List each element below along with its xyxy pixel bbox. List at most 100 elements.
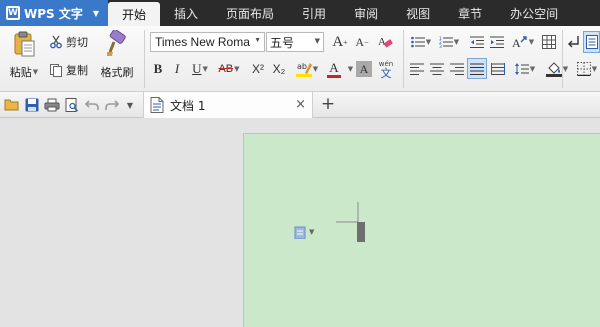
color-swatch (327, 74, 341, 78)
chevron-down-icon: ▼ (202, 65, 208, 73)
print-preview-icon[interactable] (64, 97, 80, 113)
tab-review[interactable]: 审阅 (340, 0, 392, 26)
paste-options-button[interactable]: ▼ (294, 225, 314, 239)
line-spacing-icon (514, 63, 529, 75)
chevron-down-icon: ▼ (234, 65, 240, 73)
phonetic-guide-button[interactable]: wén 文 (374, 56, 398, 82)
table-button[interactable] (540, 33, 558, 51)
tab-office-space[interactable]: 办公空间 (496, 0, 572, 26)
strikethrough-icon: AB (218, 63, 234, 75)
chevron-down-icon: ▼ (314, 37, 320, 45)
borders-button[interactable]: ▼ (574, 60, 600, 78)
copy-button[interactable]: 复制 (49, 61, 95, 79)
paintbrush-icon (105, 30, 129, 58)
paste-options-icon (294, 225, 306, 239)
app-menu-button[interactable]: W WPS 文字 ▼ (0, 0, 108, 26)
bullet-list-button[interactable]: ▼ (408, 33, 434, 51)
clipboard-icon (12, 30, 36, 58)
paste-button[interactable]: 粘贴 ▼ (6, 30, 42, 88)
wps-logo-icon: W (6, 6, 20, 20)
decrease-indent-button[interactable] (468, 33, 486, 51)
table-grid-icon (542, 35, 556, 49)
distributed-align-button[interactable] (489, 60, 507, 78)
cut-button[interactable]: 剪切 (49, 33, 95, 51)
underline-button[interactable]: U ▼ (188, 60, 212, 78)
clear-format-button[interactable]: A (375, 32, 395, 52)
tab-insert[interactable]: 插入 (160, 0, 212, 26)
font-color-dropdown[interactable]: ▼ (346, 60, 354, 78)
eraser-icon: A (377, 34, 393, 50)
ribbon: 粘贴 ▼ 剪切 复制 格式刷 Times New Roma ▼ 五号 ▼ A +… (0, 26, 600, 92)
save-icon[interactable] (24, 97, 40, 113)
paint-bucket-icon (545, 61, 562, 77)
align-right-button[interactable] (448, 60, 466, 78)
shrink-font-icon: A (355, 34, 365, 49)
bullet-list-icon (410, 36, 425, 48)
phonetic-bottom: 文 (380, 67, 392, 80)
align-center-button[interactable] (428, 60, 446, 78)
distribute-icon (491, 63, 505, 75)
tab-section[interactable]: 章节 (444, 0, 496, 26)
align-left-button[interactable] (408, 60, 426, 78)
increase-indent-button[interactable] (488, 33, 506, 51)
document-page[interactable]: ▼ (243, 133, 600, 327)
subscript-button[interactable]: X₂ (269, 60, 289, 78)
customize-toolbar-icon[interactable]: ▼ (124, 97, 136, 113)
svg-text:ab: ab (297, 62, 307, 71)
text-direction-button[interactable]: A ▼ (510, 33, 536, 51)
document-tab-title: 文档 1 (170, 98, 206, 113)
chevron-down-icon: ▼ (312, 65, 319, 73)
text-direction-icon: A (512, 35, 528, 49)
chevron-down-icon: ▼ (528, 38, 535, 46)
font-family-value: Times New Roma (155, 35, 250, 49)
align-right-icon (450, 63, 464, 75)
tab-view[interactable]: 视图 (392, 0, 444, 26)
char-shading-button[interactable]: A (356, 61, 372, 77)
tab-page-layout[interactable]: 页面布局 (212, 0, 288, 26)
bold-button[interactable]: B (150, 60, 166, 78)
redo-icon[interactable] (104, 97, 120, 113)
svg-text:A: A (512, 36, 521, 49)
outdent-icon (470, 36, 484, 48)
paragraph-shading-button[interactable]: ▼ (544, 60, 570, 78)
superscript-button[interactable]: X² (248, 60, 268, 78)
justify-button[interactable] (467, 58, 487, 79)
grow-font-button[interactable]: A + (330, 32, 350, 52)
font-color-button[interactable]: A (322, 59, 346, 79)
chevron-down-icon: ▼ (425, 38, 432, 46)
paste-label: 粘贴 (9, 66, 32, 79)
new-tab-button[interactable]: + (318, 94, 338, 114)
italic-button[interactable]: I (169, 60, 185, 78)
numbered-list-icon: 123 (439, 36, 453, 48)
page-layout-icon (585, 35, 598, 49)
font-size-value: 五号 (270, 35, 295, 50)
quick-access-bar: ▼ 文档 1 × + (0, 92, 600, 118)
highlighter-icon: ab (295, 60, 312, 78)
shrink-font-button[interactable]: A − (352, 32, 372, 52)
highlight-button[interactable]: ab ▼ (294, 59, 320, 79)
reading-layout-button[interactable] (583, 31, 600, 53)
strikethrough-button[interactable]: AB ▼ (214, 60, 244, 78)
format-painter-button[interactable]: 格式刷 (97, 30, 137, 88)
line-spacing-button[interactable]: ▼ (512, 60, 538, 78)
underline-icon: U (192, 61, 202, 76)
show-marks-button[interactable] (566, 33, 582, 51)
font-family-select[interactable]: Times New Roma ▼ (150, 32, 265, 52)
tab-references[interactable]: 引用 (288, 0, 340, 26)
indent-icon (490, 36, 504, 48)
document-tab[interactable]: 文档 1 × (143, 92, 313, 118)
font-size-select[interactable]: 五号 ▼ (266, 32, 324, 52)
numbered-list-button[interactable]: 123 ▼ (436, 33, 462, 51)
close-icon[interactable]: × (295, 97, 306, 112)
open-folder-icon[interactable] (4, 97, 20, 113)
scissors-icon (49, 35, 63, 49)
copy-label: 复制 (66, 64, 88, 77)
grow-font-icon: A (332, 33, 344, 50)
print-icon[interactable] (44, 97, 60, 113)
align-center-icon (430, 63, 444, 75)
group-divider (144, 30, 145, 88)
tab-home[interactable]: 开始 (108, 2, 161, 26)
document-workspace: ▼ (0, 118, 600, 327)
undo-icon[interactable] (84, 97, 100, 113)
chevron-down-icon: ▼ (347, 65, 354, 73)
